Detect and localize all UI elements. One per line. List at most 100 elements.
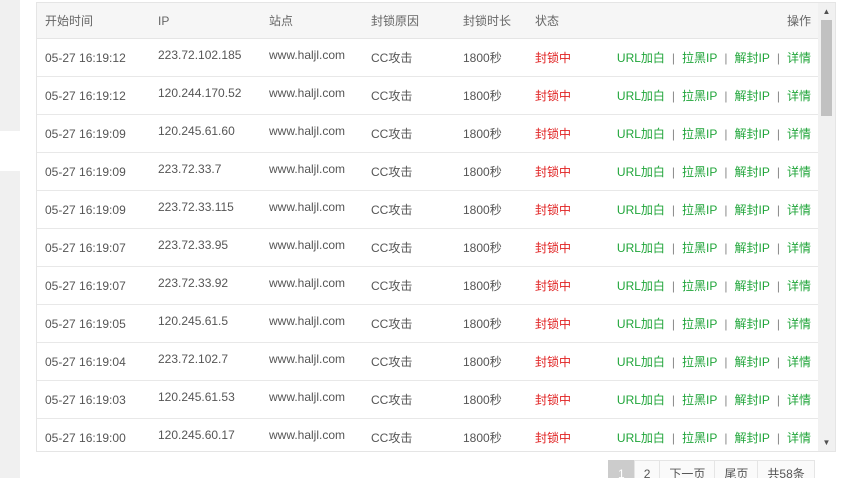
vertical-scrollbar[interactable]: ▲ ▼ — [818, 3, 835, 451]
cell-ip: 223.72.102.7 — [150, 339, 261, 378]
total-count: 共58条 — [757, 460, 815, 478]
last-page-button[interactable]: 尾页 — [714, 460, 759, 478]
page-1-button[interactable]: 1 — [608, 460, 635, 478]
action-separator: | — [776, 317, 780, 331]
cell-start-time: 05-27 16:19:00 — [37, 418, 150, 451]
cell-reason: CC攻击 — [363, 76, 455, 115]
action-separator: | — [776, 165, 780, 179]
cell-site: www.haljl.com — [261, 263, 363, 302]
cell-operations: URL加白 | 拉黑IP | 解封IP | 详情 — [597, 228, 819, 267]
blacklist-ip-link[interactable]: 拉黑IP — [682, 355, 717, 369]
blacklist-ip-link[interactable]: 拉黑IP — [682, 51, 717, 65]
cell-ip: 120.245.61.60 — [150, 111, 261, 150]
blacklist-ip-link[interactable]: 拉黑IP — [682, 393, 717, 407]
blacklist-ip-link[interactable]: 拉黑IP — [682, 241, 717, 255]
cell-status: 封锁中 — [527, 190, 597, 229]
unblock-ip-link[interactable]: 解封IP — [735, 89, 770, 103]
action-separator: | — [671, 279, 676, 293]
scroll-up-arrow-icon[interactable]: ▲ — [818, 3, 835, 20]
details-link[interactable]: 详情 — [787, 393, 811, 407]
blacklist-ip-link[interactable]: 拉黑IP — [682, 279, 717, 293]
url-whitelist-link[interactable]: URL加白 — [617, 241, 665, 255]
cell-operations: URL加白 | 拉黑IP | 解封IP | 详情 — [597, 380, 819, 419]
details-link[interactable]: 详情 — [787, 89, 811, 103]
unblock-ip-link[interactable]: 解封IP — [735, 165, 770, 179]
blacklist-ip-link[interactable]: 拉黑IP — [682, 127, 717, 141]
cell-start-time: 05-27 16:19:09 — [37, 152, 150, 191]
unblock-ip-link[interactable]: 解封IP — [735, 241, 770, 255]
url-whitelist-link[interactable]: URL加白 — [617, 393, 665, 407]
unblock-ip-link[interactable]: 解封IP — [735, 317, 770, 331]
unblock-ip-link[interactable]: 解封IP — [735, 431, 770, 445]
action-separator: | — [671, 393, 676, 407]
action-separator: | — [724, 241, 728, 255]
blacklist-ip-link[interactable]: 拉黑IP — [682, 317, 717, 331]
action-separator: | — [724, 203, 728, 217]
details-link[interactable]: 详情 — [787, 203, 811, 217]
next-page-button[interactable]: 下一页 — [659, 460, 716, 478]
blacklist-ip-link[interactable]: 拉黑IP — [682, 89, 717, 103]
cell-site: www.haljl.com — [261, 111, 363, 150]
url-whitelist-link[interactable]: URL加白 — [617, 279, 665, 293]
cell-duration: 1800秒 — [455, 418, 527, 451]
page: 开始时间 IP 站点 封锁原因 封锁时长 状态 操作 05-27 16:19:1… — [0, 0, 846, 478]
cell-reason: CC攻击 — [363, 114, 455, 153]
cell-ip: 223.72.102.185 — [150, 35, 261, 74]
action-separator: | — [671, 431, 676, 445]
cell-duration: 1800秒 — [455, 76, 527, 115]
action-separator: | — [671, 89, 676, 103]
url-whitelist-link[interactable]: URL加白 — [617, 165, 665, 179]
cell-duration: 1800秒 — [455, 114, 527, 153]
cell-site: www.haljl.com — [261, 35, 363, 74]
cell-start-time: 05-27 16:19:09 — [37, 190, 150, 229]
page-2-button[interactable]: 2 — [633, 460, 661, 478]
cell-reason: CC攻击 — [363, 342, 455, 381]
details-link[interactable]: 详情 — [787, 279, 811, 293]
cell-start-time: 05-27 16:19:09 — [37, 114, 150, 153]
cell-site: www.haljl.com — [261, 301, 363, 340]
header-start-time: 开始时间 — [37, 3, 150, 39]
unblock-ip-link[interactable]: 解封IP — [735, 127, 770, 141]
scroll-thumb[interactable] — [821, 20, 832, 116]
cell-status: 封锁中 — [527, 152, 597, 191]
unblock-ip-link[interactable]: 解封IP — [735, 51, 770, 65]
url-whitelist-link[interactable]: URL加白 — [617, 203, 665, 217]
details-link[interactable]: 详情 — [787, 355, 811, 369]
url-whitelist-link[interactable]: URL加白 — [617, 51, 665, 65]
blacklist-ip-link[interactable]: 拉黑IP — [682, 431, 717, 445]
unblock-ip-link[interactable]: 解封IP — [735, 355, 770, 369]
table-row: 05-27 16:19:09 223.72.33.115 www.haljl.com… — [37, 187, 819, 229]
cell-operations: URL加白 | 拉黑IP | 解封IP | 详情 — [597, 114, 819, 153]
action-separator: | — [671, 203, 676, 217]
url-whitelist-link[interactable]: URL加白 — [617, 127, 665, 141]
blacklist-ip-link[interactable]: 拉黑IP — [682, 203, 717, 217]
cell-ip: 120.245.61.5 — [150, 301, 261, 340]
details-link[interactable]: 详情 — [787, 241, 811, 255]
details-link[interactable]: 详情 — [787, 127, 811, 141]
cell-operations: URL加白 | 拉黑IP | 解封IP | 详情 — [597, 342, 819, 381]
cell-site: www.haljl.com — [261, 149, 363, 188]
url-whitelist-link[interactable]: URL加白 — [617, 317, 665, 331]
cell-duration: 1800秒 — [455, 266, 527, 305]
details-link[interactable]: 详情 — [787, 431, 811, 445]
table-row: 05-27 16:19:07 223.72.33.95 www.haljl.com C… — [37, 225, 819, 267]
details-link[interactable]: 详情 — [787, 51, 811, 65]
action-separator: | — [724, 279, 728, 293]
cell-operations: URL加白 | 拉黑IP | 解封IP | 详情 — [597, 38, 819, 77]
unblock-ip-link[interactable]: 解封IP — [735, 203, 770, 217]
url-whitelist-link[interactable]: URL加白 — [617, 431, 665, 445]
url-whitelist-link[interactable]: URL加白 — [617, 355, 665, 369]
cell-site: www.haljl.com — [261, 225, 363, 264]
unblock-ip-link[interactable]: 解封IP — [735, 393, 770, 407]
cell-site: www.haljl.com — [261, 415, 363, 451]
url-whitelist-link[interactable]: URL加白 — [617, 89, 665, 103]
unblock-ip-link[interactable]: 解封IP — [735, 279, 770, 293]
details-link[interactable]: 详情 — [787, 317, 811, 331]
details-link[interactable]: 详情 — [787, 165, 811, 179]
pagination: 1 2 下一页 尾页 共58条 — [608, 460, 815, 478]
action-separator: | — [671, 127, 676, 141]
blacklist-ip-link[interactable]: 拉黑IP — [682, 165, 717, 179]
cell-status: 封锁中 — [527, 76, 597, 115]
table-row: 05-27 16:19:00 120.245.60.17 www.haljl.com… — [37, 415, 819, 451]
scroll-down-arrow-icon[interactable]: ▼ — [818, 434, 835, 451]
